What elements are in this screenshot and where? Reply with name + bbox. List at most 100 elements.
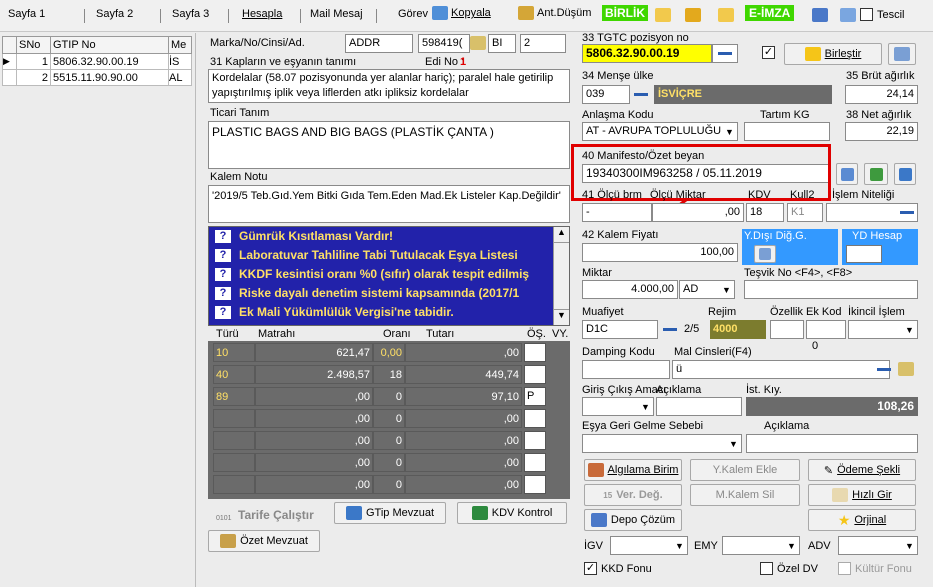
kalem-notu-textarea[interactable]: '2019/5 Teb.Gıd.Yem Bitki Gıda Tem.Eden … — [208, 185, 570, 223]
kultur-fonu-checkbox[interactable]: Kültür Fonu — [838, 562, 912, 575]
kull2-input[interactable]: K1 — [787, 203, 823, 222]
adv-select[interactable]: ▼ — [838, 536, 918, 555]
miktar-input[interactable]: 4.000,00 — [582, 280, 678, 299]
islem-niteligi-input[interactable] — [826, 203, 918, 222]
table-row[interactable]: 40 2.498,57 18 449,74 — [213, 365, 522, 384]
ant-dusum-button[interactable]: Ant.Düşüm — [518, 6, 591, 20]
gtip-mevzuat-button[interactable]: GTip Mevzuat — [334, 502, 446, 524]
kkd-fonu-checkbox[interactable]: ✓ KKD Fonu — [584, 562, 652, 575]
muafiyet-lookup-button[interactable] — [660, 321, 680, 338]
depo-cozum-button[interactable]: Depo Çözüm — [584, 509, 682, 531]
manifesto-details-button[interactable] — [864, 163, 888, 185]
ikincil-select[interactable]: ▼ — [848, 320, 918, 339]
scroll-up-icon[interactable]: ▲ — [554, 227, 569, 243]
os-cell[interactable] — [524, 409, 546, 428]
marka-no-input[interactable]: 598419( — [418, 34, 470, 53]
mense-lookup-button[interactable] — [630, 86, 652, 103]
odeme-sekli-button[interactable]: ✎ Ödeme Şekli — [808, 459, 916, 481]
giris-select[interactable]: ▼ — [582, 397, 654, 416]
calculator-button[interactable] — [754, 245, 776, 263]
mal-lookup-button[interactable] — [874, 361, 894, 378]
table-row[interactable]: 2 5515.11.90.90.00 AL — [2, 69, 192, 86]
tab-sayfa-3[interactable]: Sayfa 3 — [172, 8, 209, 20]
document-icon[interactable] — [840, 8, 856, 22]
mense-code-input[interactable]: 039 — [582, 85, 630, 104]
orjinal-button[interactable]: ★ Orjinal — [808, 509, 916, 531]
table-row[interactable]: 10 621,47 0,00 ,00 — [213, 343, 522, 362]
os-cell[interactable]: P — [524, 387, 546, 406]
ek-kod-input[interactable] — [806, 320, 846, 339]
algilama-birim-button[interactable]: Algılama Birim — [584, 459, 682, 481]
edit-icon[interactable] — [470, 36, 486, 50]
tab-sayfa-2[interactable]: Sayfa 2 — [96, 8, 133, 20]
kalem-fiyati-input[interactable]: 100,00 — [582, 243, 738, 262]
manifesto-list-button[interactable] — [836, 163, 858, 185]
chevron-down-icon: ▼ — [905, 540, 914, 551]
kopyala-button[interactable]: Kopyala — [432, 6, 491, 20]
table-row[interactable]: ,00 0 ,00 — [213, 475, 522, 494]
kap-textarea[interactable]: Kordelalar (58.07 pozisyonunda yer alanl… — [208, 69, 570, 103]
emy-select[interactable]: ▼ — [722, 536, 800, 555]
hesapla-button[interactable]: Hesapla — [242, 8, 282, 20]
gorev-button[interactable]: Görev — [398, 8, 428, 20]
muafiyet-input[interactable]: D1C — [582, 320, 658, 339]
calculator-button[interactable] — [888, 43, 916, 65]
esya-select[interactable]: ▼ — [582, 434, 742, 453]
olcu-miktar-input[interactable]: ,00 — [652, 203, 744, 222]
tartim-input[interactable] — [744, 122, 830, 141]
edit-icon[interactable] — [898, 362, 914, 376]
tgtc-lookup-button[interactable] — [712, 44, 738, 63]
table-row[interactable]: ,00 0 ,00 — [213, 409, 522, 428]
folder-icon[interactable] — [655, 8, 671, 22]
brut-input[interactable]: 24,14 — [845, 85, 918, 104]
os-cell[interactable] — [524, 475, 546, 494]
folder-arrow-icon[interactable] — [718, 8, 734, 22]
igv-select[interactable]: ▼ — [610, 536, 688, 555]
miktar-unit-select[interactable]: AD ▼ — [679, 280, 735, 299]
kdv-input[interactable]: 18 — [746, 203, 784, 222]
tarife-calistir-button[interactable]: Tarife Çalıştır — [238, 508, 314, 522]
ticari-textarea[interactable]: PLASTIC BAGS AND BIG BAGS (PLASTİK ÇANTA… — [208, 121, 570, 169]
eimza-button[interactable]: E-İMZA — [745, 5, 795, 21]
mail-mesaj-button[interactable]: Mail Mesaj — [310, 8, 363, 20]
table-row[interactable]: 89 ,00 0 97,10 — [213, 387, 522, 406]
warnings-scrollbar[interactable]: ▲ ▼ — [553, 227, 569, 325]
table-row[interactable]: ,00 0 ,00 — [213, 431, 522, 450]
manifesto-info-button[interactable] — [894, 163, 916, 185]
ykalem-ekle-button[interactable]: Y.Kalem Ekle — [690, 459, 800, 481]
hizli-gir-button[interactable]: Hızlı Gir — [808, 484, 916, 506]
ozel-dv-checkbox[interactable]: Özel DV — [760, 562, 818, 575]
net-input[interactable]: 22,19 — [845, 122, 918, 141]
marka-input[interactable]: ADDR — [345, 34, 413, 53]
tescil-checkbox[interactable]: Tescil — [860, 8, 905, 21]
marka-bi-input[interactable]: BI — [488, 34, 516, 53]
tgtc-input[interactable]: 5806.32.90.00.19 — [582, 44, 712, 63]
aciklama-input[interactable] — [656, 397, 742, 416]
kdv-kontrol-button[interactable]: KDV Kontrol — [457, 502, 567, 524]
yd-hesap-input[interactable] — [846, 245, 882, 263]
table-row[interactable]: ,00 0 ,00 — [213, 453, 522, 472]
os-cell[interactable] — [524, 365, 546, 384]
table-row[interactable]: ▶ 1 5806.32.90.00.19 İS — [2, 53, 192, 70]
tgtc-checkbox[interactable]: ✓ — [762, 46, 775, 59]
ozellik-input[interactable] — [770, 320, 804, 339]
tab-sayfa-1[interactable]: Sayfa 1 — [8, 8, 45, 20]
aciklama2-input[interactable] — [746, 434, 918, 453]
anlasma-select[interactable]: AT - AVRUPA TOPLULUĞU ▼ — [582, 122, 738, 141]
birlestir-button[interactable]: Birleştir — [784, 43, 882, 65]
os-cell[interactable] — [524, 431, 546, 450]
mkalem-sil-button[interactable]: M.Kalem Sil — [690, 484, 800, 506]
folder-up-icon[interactable] — [685, 8, 701, 22]
shield-icon[interactable] — [812, 8, 828, 22]
damping-input[interactable] — [582, 360, 670, 379]
birlik-button[interactable]: BİRLİK — [602, 5, 648, 21]
ozet-mevzuat-button[interactable]: Özet Mevzuat — [208, 530, 320, 552]
scroll-down-icon[interactable]: ▼ — [554, 309, 569, 325]
ver-deg-button[interactable]: 15 Ver. Değ. — [584, 484, 682, 506]
os-cell[interactable] — [524, 453, 546, 472]
olcu-brm-input[interactable]: - — [582, 203, 652, 222]
marka-num-input[interactable]: 2 — [520, 34, 566, 53]
os-cell[interactable] — [524, 343, 546, 362]
mal-cinsleri-input[interactable]: ü — [672, 360, 890, 379]
tesvik-input[interactable] — [744, 280, 918, 299]
